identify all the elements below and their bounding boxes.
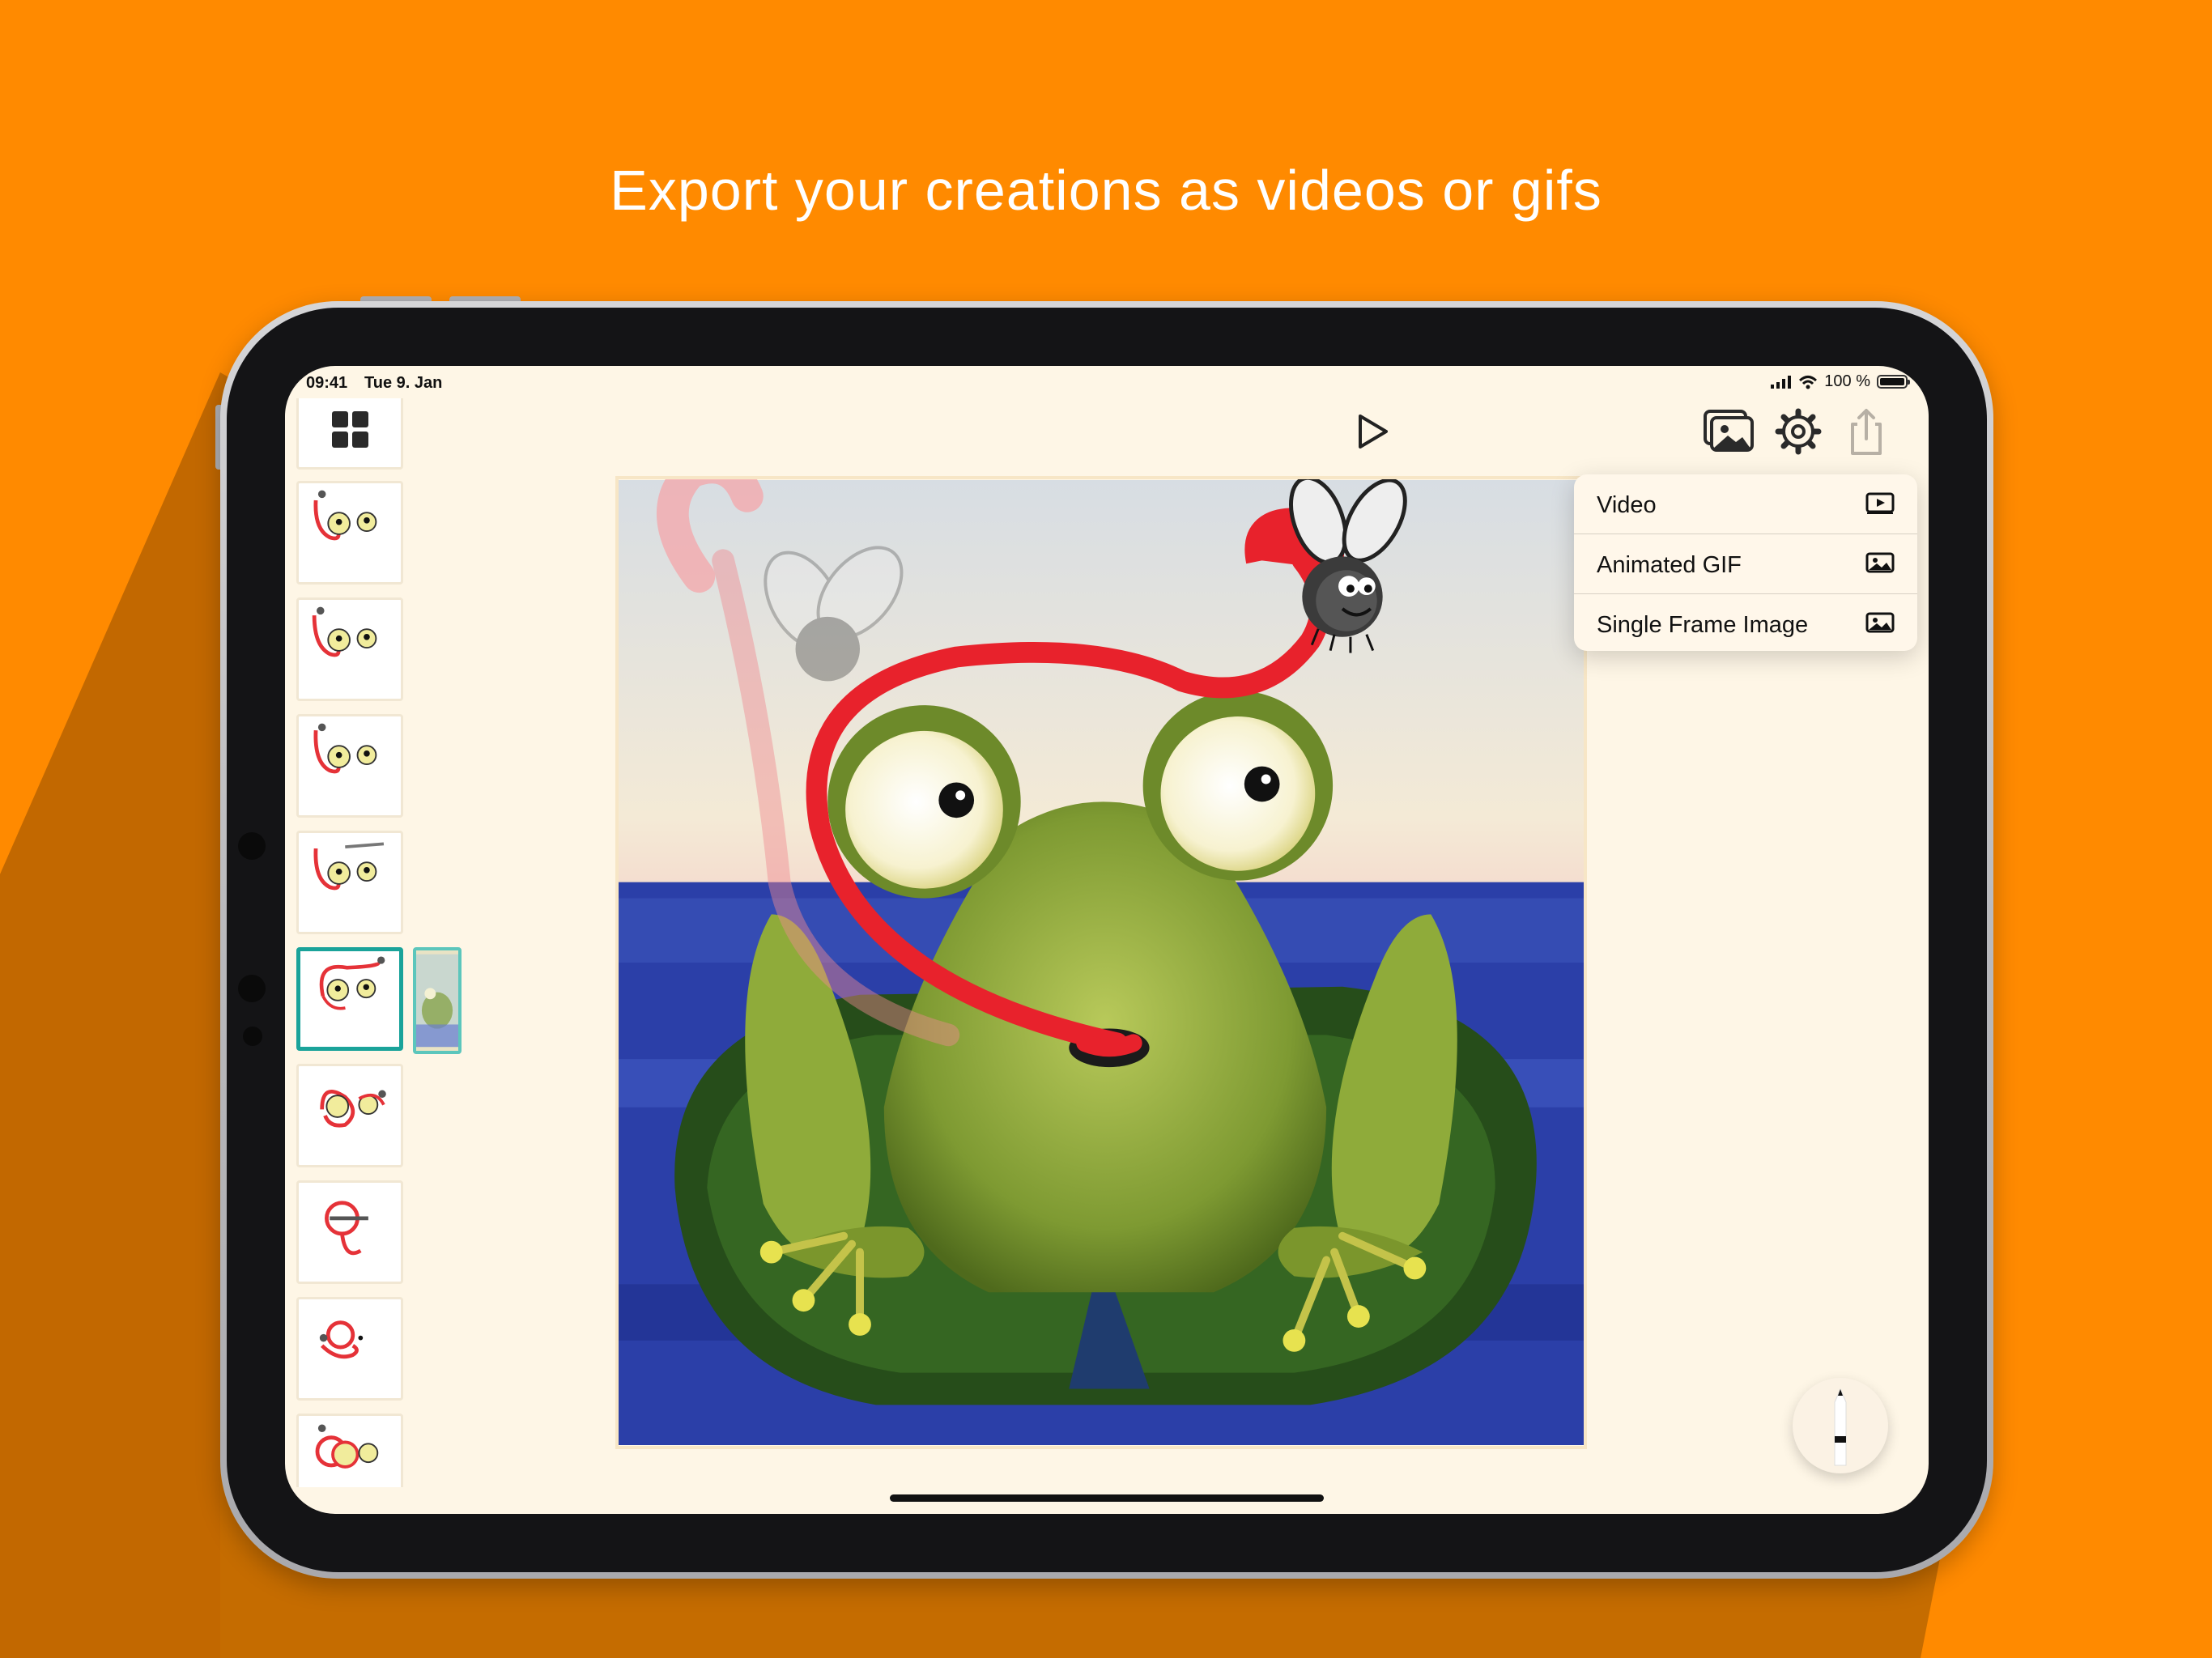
image-icon [1865, 552, 1895, 573]
marketing-headline: Export your creations as videos or gifs [610, 159, 1602, 222]
frame-thumbnail-selected[interactable] [296, 947, 403, 1051]
export-animated-gif-option[interactable]: Animated GIF [1574, 534, 1917, 594]
frame-thumbnail[interactable] [296, 714, 403, 818]
battery-percentage: 100 % [1824, 372, 1870, 390]
wifi-icon [1799, 375, 1818, 389]
frame-thumbnail[interactable] [296, 831, 403, 934]
play-icon[interactable] [1354, 411, 1393, 452]
frame-thumbnail[interactable] [296, 1064, 403, 1167]
grid-icon [331, 410, 368, 448]
status-bar: 09:41 Tue 9. Jan 100 % [285, 366, 1929, 398]
frog-artwork [619, 479, 1584, 1445]
menu-item-label: Video [1597, 492, 1657, 518]
status-date: Tue 9. Jan [364, 374, 443, 392]
status-indicators: 100 % [1771, 372, 1910, 391]
frame-thumbnail[interactable] [296, 597, 403, 701]
frame-thumbnail[interactable] [296, 1297, 403, 1401]
pencil-tool-button[interactable] [1793, 1378, 1888, 1473]
grid-view-button[interactable] [296, 398, 403, 470]
onion-skin-preview [413, 947, 462, 1054]
drawing-canvas[interactable] [615, 476, 1587, 1449]
gear-icon[interactable] [1772, 406, 1825, 457]
menu-item-label: Single Frame Image [1597, 612, 1809, 638]
home-indicator[interactable] [890, 1494, 1324, 1502]
export-single-frame-option[interactable]: Single Frame Image [1574, 594, 1917, 651]
frame-thumbnail[interactable] [296, 1180, 403, 1284]
camera-icon [238, 832, 266, 860]
export-video-option[interactable]: Video [1574, 474, 1917, 534]
sensor-icon [243, 1027, 262, 1046]
image-icon [1865, 612, 1895, 633]
cellular-signal-icon [1771, 375, 1792, 389]
sensor-icon [238, 975, 266, 1002]
status-time: 09:41 [306, 374, 348, 392]
share-icon[interactable] [1840, 406, 1893, 457]
pencil-icon [1834, 1388, 1847, 1466]
battery-icon [1877, 375, 1910, 389]
frame-thumbnail[interactable] [296, 1414, 403, 1487]
app-screen: 09:41 Tue 9. Jan 100 % Video Animated GI… [285, 366, 1929, 1514]
video-icon [1865, 492, 1895, 514]
frame-thumbnail[interactable] [296, 481, 403, 585]
frames-sidebar[interactable] [293, 398, 406, 1487]
menu-item-label: Animated GIF [1597, 552, 1742, 578]
export-menu: Video Animated GIF Single Frame Image [1574, 474, 1917, 651]
photo-gallery-icon[interactable] [1702, 406, 1755, 457]
